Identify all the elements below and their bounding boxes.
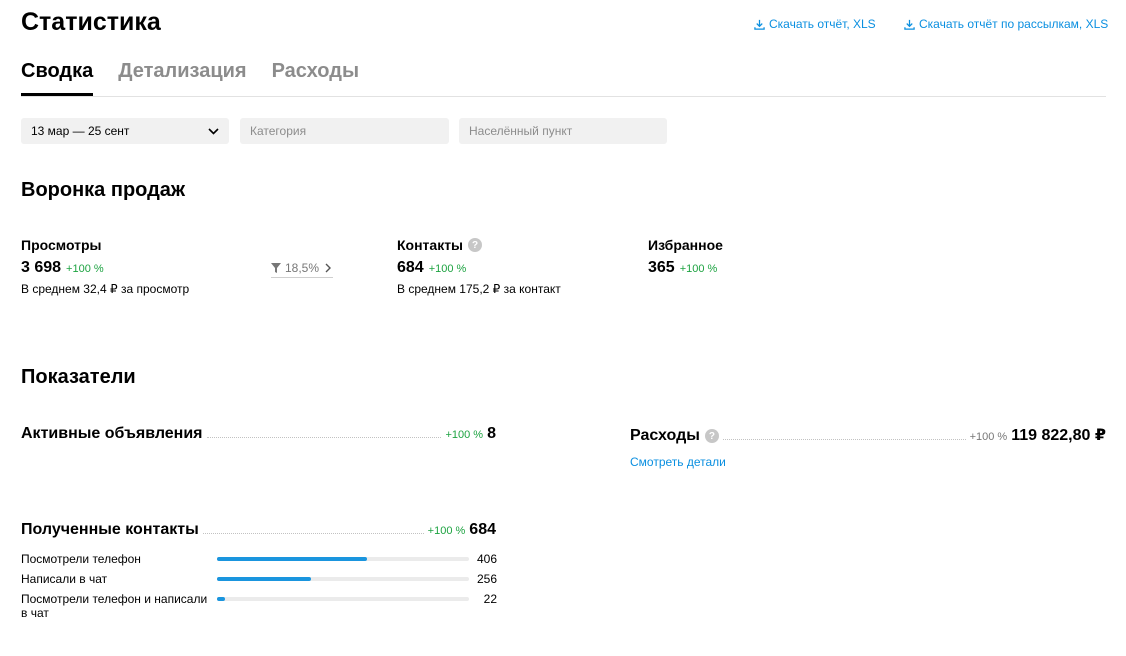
- bar-track-wrap: [217, 591, 469, 601]
- favorites-change: +100 %: [679, 263, 718, 275]
- tab-details[interactable]: Детализация: [118, 60, 246, 96]
- expenses-change: +100 %: [969, 431, 1008, 443]
- breakdown-row: Написали в чат 256: [21, 571, 497, 586]
- received-contacts-row: Полученные контакты +100 % 684: [21, 521, 496, 539]
- view-details-link[interactable]: Смотреть детали: [630, 455, 726, 469]
- views-change: +100 %: [66, 263, 104, 275]
- favorites-label: Избранное: [648, 237, 723, 253]
- help-icon[interactable]: ?: [704, 429, 719, 443]
- breakdown-label: Написали в чат: [21, 572, 108, 586]
- funnel-title: Воронка продаж: [21, 179, 186, 201]
- date-range-value: 13 мар — 25 сент: [31, 124, 130, 138]
- progress-bar-fill: [217, 597, 226, 601]
- conversion-value: 18,5%: [285, 261, 320, 275]
- favorites-value-row: 365 +100 %: [648, 259, 723, 277]
- download-mailing-report-link[interactable]: Скачать отчёт по рассылкам, XLS: [904, 17, 1108, 31]
- expenses-value: 119 822,80 ₽: [1011, 427, 1106, 444]
- expenses-label: Расходы: [630, 427, 700, 444]
- tab-expenses[interactable]: Расходы: [272, 60, 359, 96]
- active-ads-change: +100 %: [445, 429, 484, 441]
- progress-bar-fill: [217, 557, 367, 561]
- metrics-title: Показатели: [21, 366, 136, 388]
- page-title: Статистика: [21, 8, 161, 36]
- expenses-label-group: Расходы ?: [630, 427, 719, 445]
- tab-summary[interactable]: Сводка: [21, 60, 94, 96]
- active-ads-value: 8: [487, 425, 496, 442]
- received-contacts-change: +100 %: [427, 525, 466, 537]
- contacts-value: 684: [397, 259, 424, 276]
- city-input[interactable]: [469, 124, 667, 138]
- chevron-right-icon: [325, 263, 332, 273]
- date-range-select[interactable]: 13 мар — 25 сент: [21, 118, 229, 144]
- tabs-divider: [21, 96, 1106, 97]
- views-label: Просмотры: [21, 237, 102, 253]
- received-contacts-value: 684: [469, 521, 496, 538]
- download-icon: [754, 19, 765, 30]
- active-ads-row: Активные объявления +100 % 8: [21, 425, 496, 443]
- progress-bar: [217, 557, 469, 561]
- breakdown-row: Посмотрели телефон и написали в чат 22: [21, 591, 497, 620]
- breakdown-value: 406: [476, 552, 497, 566]
- city-filter[interactable]: [459, 118, 667, 144]
- progress-bar: [217, 597, 469, 601]
- contacts-label: Контакты: [397, 237, 464, 253]
- dotted-leader: [202, 533, 424, 534]
- views-value-row: 3 698 +100 %: [21, 259, 189, 277]
- breakdown-row: Посмотрели телефон 406: [21, 551, 497, 566]
- tab-bar: Сводка Детализация Расходы: [21, 60, 359, 96]
- dotted-leader: [722, 439, 966, 440]
- funnel-contacts: Контакты ? 684 +100 % В среднем 175,2 ₽ …: [397, 237, 561, 296]
- progress-bar: [217, 577, 469, 581]
- download-report-link[interactable]: Скачать отчёт, XLS: [754, 17, 876, 31]
- dotted-leader: [206, 437, 442, 438]
- contacts-change: +100 %: [428, 263, 467, 275]
- funnel-favorites: Избранное 365 +100 %: [648, 237, 723, 277]
- breakdown-label: Посмотрели телефон и написали в чат: [21, 592, 208, 620]
- funnel-views: Просмотры 3 698 +100 % В среднем 32,4 ₽ …: [21, 237, 189, 296]
- active-ads-label: Активные объявления: [21, 425, 203, 442]
- conversion-link[interactable]: 18,5%: [271, 261, 334, 278]
- bar-track-wrap: [217, 551, 469, 561]
- views-value: 3 698: [21, 259, 62, 276]
- received-contacts-label: Полученные контакты: [21, 521, 199, 538]
- breakdown-label: Посмотрели телефон: [21, 552, 141, 566]
- download-icon: [904, 19, 915, 30]
- bar-track-wrap: [217, 571, 469, 581]
- views-sub: В среднем 32,4 ₽ за просмотр: [21, 282, 190, 296]
- favorites-value: 365: [648, 259, 675, 276]
- category-input[interactable]: [250, 124, 449, 138]
- expenses-row: Расходы ? +100 % 119 822,80 ₽: [630, 425, 1106, 445]
- contacts-sub: В среднем 175,2 ₽ за контакт: [397, 282, 561, 296]
- chevron-down-icon: [208, 127, 219, 135]
- progress-bar-fill: [217, 577, 312, 581]
- category-filter[interactable]: [240, 118, 449, 144]
- download-report-label: Скачать отчёт, XLS: [769, 17, 876, 31]
- download-mailing-report-label: Скачать отчёт по рассылкам, XLS: [919, 17, 1109, 31]
- breakdown-value: 22: [483, 592, 497, 606]
- filter-icon: [271, 263, 281, 273]
- help-icon[interactable]: ?: [468, 238, 483, 252]
- contacts-label-row: Контакты ?: [397, 237, 561, 253]
- contacts-value-row: 684 +100 %: [397, 259, 561, 277]
- breakdown-value: 256: [476, 572, 497, 586]
